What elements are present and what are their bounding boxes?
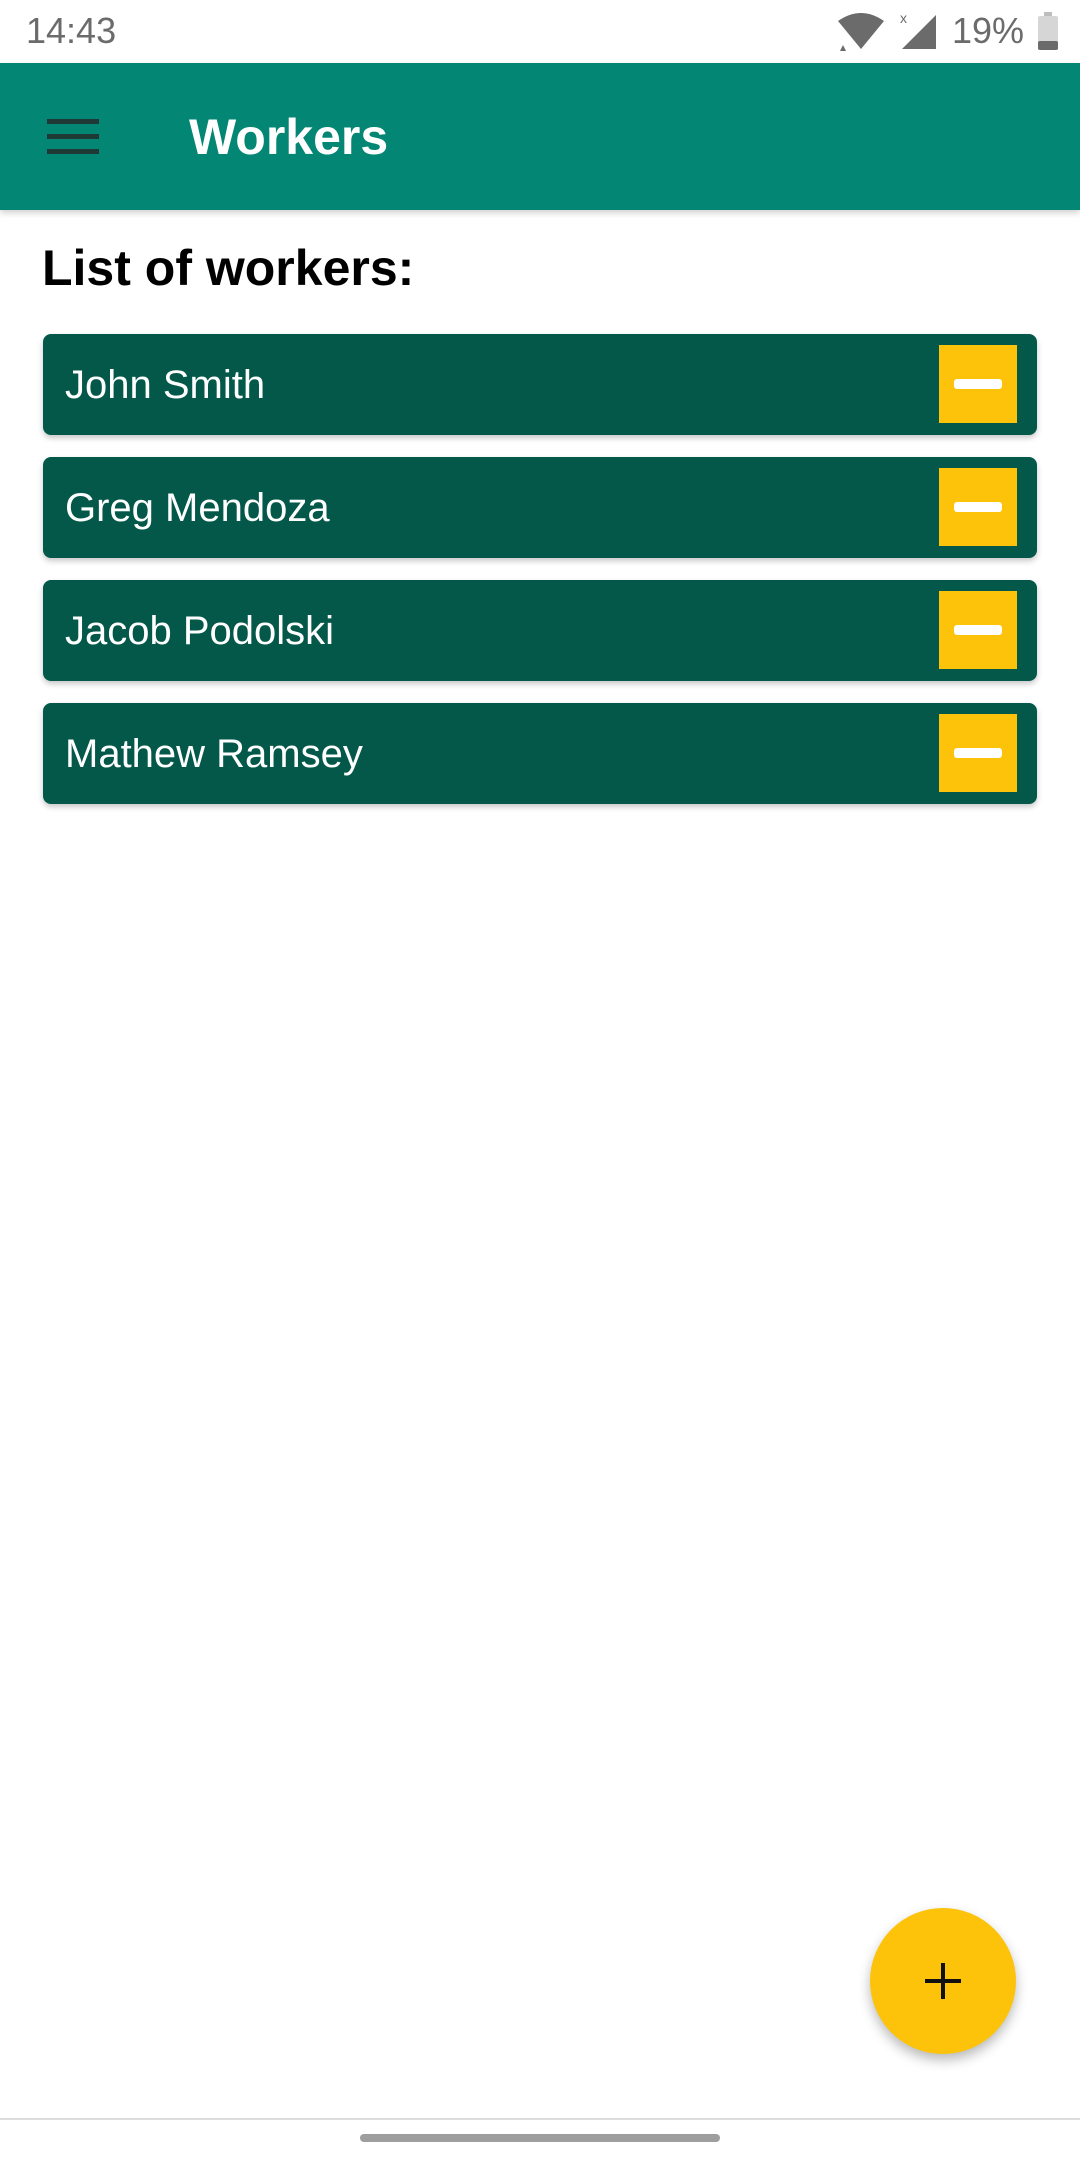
hamburger-menu-icon: [47, 119, 99, 154]
minus-icon: [954, 748, 1002, 758]
app-bar: Workers: [0, 63, 1080, 210]
battery-percent: 19%: [951, 10, 1024, 51]
minus-icon: [954, 625, 1002, 635]
minus-icon: [954, 502, 1002, 512]
minus-icon: [954, 379, 1002, 389]
worker-name: John Smith: [65, 363, 266, 407]
worker-row[interactable]: John Smith: [43, 334, 1037, 435]
add-worker-fab[interactable]: [870, 1908, 1016, 2054]
status-time: 14:43: [26, 10, 117, 51]
status-icons: x 19%: [836, 8, 1058, 54]
worker-row[interactable]: Greg Mendoza: [43, 457, 1037, 558]
remove-worker-button[interactable]: [939, 345, 1017, 423]
gesture-handle[interactable]: [360, 2134, 720, 2142]
worker-row[interactable]: Mathew Ramsey: [43, 703, 1037, 804]
nav-divider: [0, 2118, 1080, 2120]
menu-button[interactable]: [30, 101, 116, 173]
remove-worker-button[interactable]: [939, 468, 1017, 546]
worker-name: Greg Mendoza: [65, 486, 330, 530]
page-title: Workers: [189, 109, 389, 165]
remove-worker-button[interactable]: [939, 714, 1017, 792]
remove-worker-button[interactable]: [939, 591, 1017, 669]
signal-icon: x: [900, 11, 936, 49]
worker-name: Jacob Podolski: [65, 609, 335, 653]
worker-name: Mathew Ramsey: [65, 732, 363, 776]
worker-row[interactable]: Jacob Podolski: [43, 580, 1037, 681]
workers-list: John Smith Greg Mendoza Jacob Podolski M…: [43, 334, 1037, 826]
battery-icon: [1038, 12, 1058, 50]
plus-icon: [925, 1963, 961, 1999]
wifi-icon: [837, 13, 884, 51]
section-title: List of workers:: [42, 240, 415, 296]
svg-text:x: x: [900, 11, 907, 26]
status-bar: 14:43 x 19%: [0, 0, 1080, 63]
